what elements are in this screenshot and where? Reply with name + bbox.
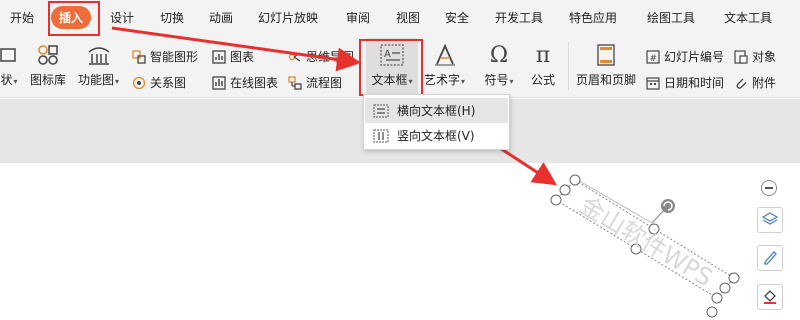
horizontal-textbox-icon	[373, 104, 389, 118]
object-button[interactable]: 对象	[734, 48, 776, 65]
pen-button[interactable]	[757, 245, 783, 271]
attachment-button[interactable]: 附件	[734, 74, 776, 91]
online-chart-icon	[212, 75, 226, 90]
textbox-dropdown: 横向文本框(H) 竖向文本框(V)	[363, 94, 510, 150]
partial-icon	[0, 42, 24, 68]
paperclip-icon	[734, 76, 748, 90]
tab-security[interactable]: 安全	[445, 9, 469, 26]
smart-shape-button[interactable]: 智能图形	[132, 48, 198, 65]
tab-developer[interactable]: 开发工具	[495, 9, 543, 26]
wordart-label: 艺术字	[424, 73, 461, 87]
symbol-label: 符号	[484, 73, 509, 87]
tab-text-tools[interactable]: 文本工具	[724, 9, 772, 26]
tab-drawing-tools[interactable]: 绘图工具	[647, 9, 695, 26]
textbox-highlight	[359, 39, 423, 96]
wordart-button[interactable]: 艺术字▾	[424, 42, 465, 88]
vertical-textbox-label: 竖向文本框(V)	[397, 129, 475, 143]
icon-library-button[interactable]: 图标库	[30, 42, 66, 88]
tab-transition[interactable]: 切换	[160, 9, 184, 26]
horizontal-textbox-label: 横向文本框(H)	[397, 104, 476, 118]
online-chart-button[interactable]: 在线图表	[212, 74, 278, 91]
formula-label: 公式	[530, 73, 555, 87]
menu-bar: 开始 插入 设计 切换 动画 幻灯片放映 审阅 视图 安全 开发工具 特色应用 …	[0, 0, 800, 36]
fill-button[interactable]	[757, 284, 783, 310]
formula-button[interactable]: π 公式	[528, 42, 558, 88]
fill-bucket-icon	[762, 288, 778, 307]
attachment-label: 附件	[752, 76, 777, 90]
smart-shape-label: 智能图形	[150, 50, 199, 64]
chart-label: 图表	[230, 50, 255, 64]
insert-tab-highlight	[48, 1, 100, 36]
ribbon-divider	[568, 42, 569, 90]
date-time-label: 日期和时间	[664, 76, 725, 90]
svg-text:#: #	[650, 54, 658, 64]
header-footer-label: 页眉和页脚	[576, 73, 637, 87]
chart-icon	[212, 49, 226, 64]
zoom-out-button[interactable]	[761, 180, 777, 196]
relation-chart-button[interactable]: 关系图	[132, 74, 186, 91]
function-chart-label: 功能图	[78, 73, 115, 87]
mind-map-button[interactable]: 思维导图	[288, 48, 354, 65]
icon-library-icon	[33, 42, 63, 68]
smart-shape-icon	[132, 49, 146, 64]
icon-library-label: 图标库	[30, 73, 67, 87]
slide-number-button[interactable]: # 幻灯片编号	[646, 48, 724, 65]
flowchart-button[interactable]: 流程图	[288, 74, 342, 91]
hash-icon: #	[646, 49, 660, 64]
calendar-icon	[646, 76, 660, 90]
vertical-textbox-item[interactable]: 竖向文本框(V)	[365, 123, 508, 148]
flowchart-icon	[288, 75, 302, 90]
layers-button[interactable]	[757, 207, 783, 233]
vertical-textbox-icon	[373, 129, 389, 143]
date-time-button[interactable]: 日期和时间	[646, 74, 724, 91]
slide-canvas[interactable]	[0, 163, 800, 320]
omega-icon: Ω	[489, 42, 509, 68]
partial-label: 状	[0, 73, 13, 87]
minus-icon	[765, 187, 773, 189]
slide-number-label: 幻灯片编号	[664, 50, 725, 64]
header-footer-icon	[591, 42, 621, 68]
tab-review[interactable]: 审阅	[346, 9, 370, 26]
symbol-button[interactable]: Ω 符号▾	[484, 42, 514, 88]
tab-special-apps[interactable]: 特色应用	[569, 9, 617, 26]
flowchart-label: 流程图	[306, 76, 343, 90]
function-chart-button[interactable]: 功能图▾	[78, 42, 119, 88]
layers-icon	[761, 211, 779, 230]
partial-button[interactable]: 状▾	[0, 42, 24, 88]
online-chart-label: 在线图表	[230, 76, 279, 90]
relation-chart-icon	[132, 76, 146, 90]
relation-chart-label: 关系图	[150, 76, 187, 90]
mind-map-icon	[288, 50, 302, 64]
pen-icon	[762, 249, 778, 268]
tab-animation[interactable]: 动画	[209, 9, 233, 26]
function-chart-icon	[84, 42, 114, 68]
wordart-icon	[430, 42, 460, 68]
object-icon	[734, 49, 748, 64]
tab-design[interactable]: 设计	[110, 9, 134, 26]
tab-slideshow[interactable]: 幻灯片放映	[258, 9, 318, 26]
tab-home[interactable]: 开始	[10, 9, 34, 26]
object-label: 对象	[752, 50, 777, 64]
pi-icon: π	[535, 42, 551, 68]
header-footer-button[interactable]: 页眉和页脚	[576, 42, 636, 88]
tab-view[interactable]: 视图	[396, 9, 420, 26]
mind-map-label: 思维导图	[306, 50, 355, 64]
horizontal-textbox-item[interactable]: 横向文本框(H)	[365, 98, 508, 123]
chart-button[interactable]: 图表	[212, 48, 254, 65]
